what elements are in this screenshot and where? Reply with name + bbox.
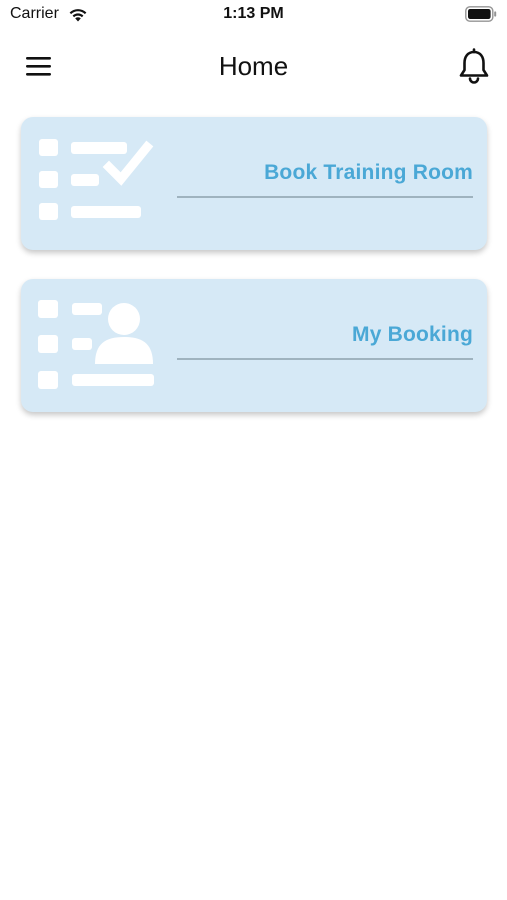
card-divider: [177, 358, 473, 360]
bell-icon[interactable]: [457, 48, 491, 86]
checklist-icon: [39, 139, 154, 220]
battery-icon: [465, 6, 497, 22]
nav-bar: Home: [0, 36, 507, 96]
card-label-my-booking: My Booking: [352, 323, 473, 346]
card-divider: [177, 196, 473, 198]
card-label-book-training-room: Book Training Room: [264, 161, 473, 184]
clock: 1:13 PM: [223, 5, 284, 22]
book-training-room-card[interactable]: Book Training Room: [21, 117, 487, 250]
user-list-icon: [38, 300, 154, 389]
page-title: Home: [218, 51, 289, 81]
status-bar: Carrier 1:13 PM: [0, 0, 507, 30]
my-booking-card[interactable]: My Booking: [21, 279, 487, 412]
